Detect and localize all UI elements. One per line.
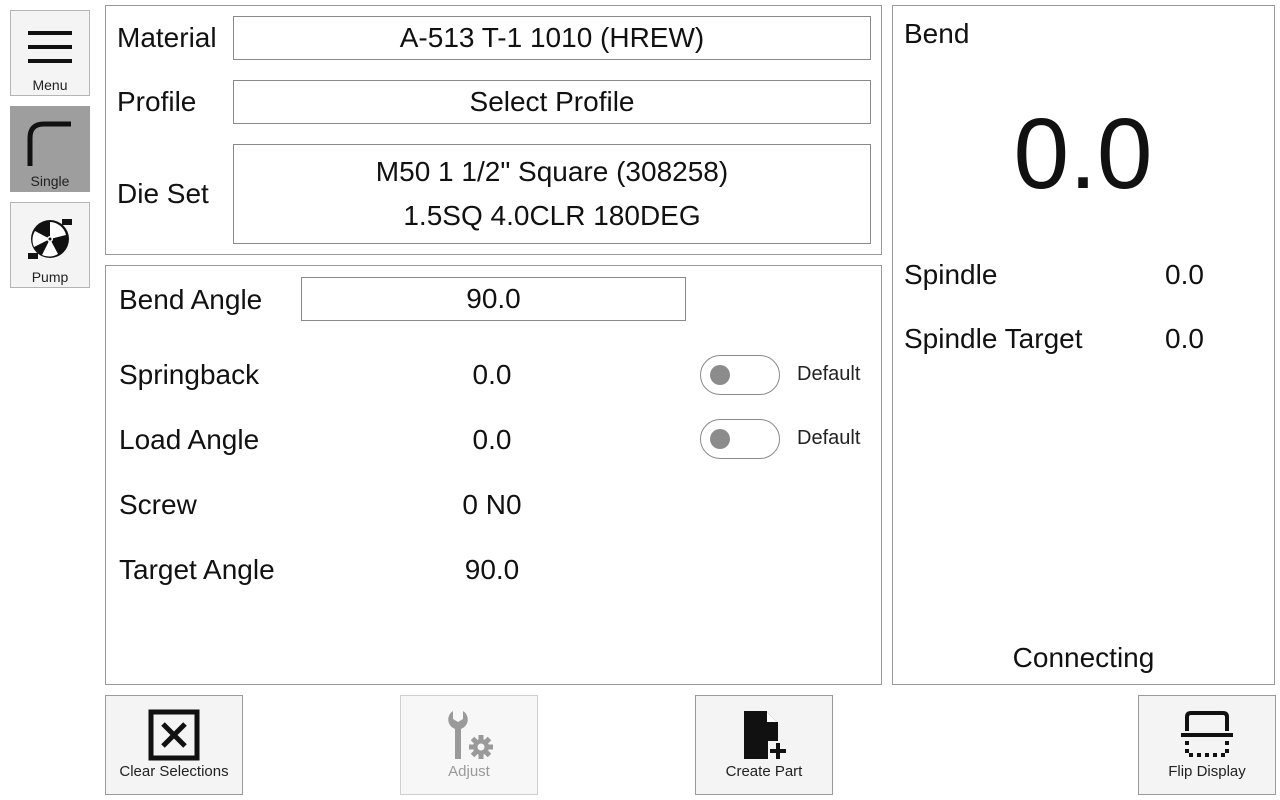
clear-selections-label: Clear Selections [119, 763, 229, 780]
clear-selections-button[interactable]: Clear Selections [105, 695, 243, 795]
load-angle-value[interactable]: 0.0 [422, 424, 562, 456]
die-set-label: Die Set [117, 178, 209, 209]
profile-field[interactable]: Select Profile [233, 80, 871, 124]
setup-panel: Material A-513 T-1 1010 (HREW) Profile S… [105, 5, 882, 255]
screw-label: Screw [119, 489, 197, 520]
toggle-knob [710, 365, 730, 385]
screw-value: 0 N0 [462, 489, 522, 520]
profile-value: Select Profile [469, 86, 635, 117]
single-label: Single [30, 173, 70, 189]
springback-value[interactable]: 0.0 [422, 359, 562, 391]
bend-angle-input[interactable]: 90.0 [301, 277, 686, 321]
target-angle-value: 90.0 [464, 554, 520, 585]
file-add-icon [696, 708, 832, 762]
bend-angle-label: Bend Angle [119, 284, 263, 315]
target-angle-label: Target Angle [119, 554, 275, 585]
create-part-button[interactable]: Create Part [695, 695, 833, 795]
load-angle-default-toggle[interactable] [700, 419, 780, 459]
load-angle-default-label: Default [797, 427, 861, 449]
single-mode-button[interactable]: Single [10, 106, 90, 192]
springback-label: Springback [119, 359, 260, 390]
adjust-label: Adjust [448, 763, 490, 780]
spindle-label: Spindle [904, 259, 998, 290]
profile-label: Profile [117, 86, 197, 117]
menu-button[interactable]: Menu [10, 10, 90, 96]
die-set-field[interactable]: M50 1 1/2" Square (308258) 1.5SQ 4.0CLR … [233, 144, 871, 244]
bend-parameters-panel: Bend Angle 90.0 Springback 0.0 Default L… [105, 265, 882, 685]
pump-label: Pump [31, 269, 69, 285]
flip-display-icon [1139, 708, 1275, 762]
flip-display-label: Flip Display [1168, 763, 1246, 780]
connection-status: Connecting [1012, 642, 1155, 673]
pump-button[interactable]: Pump [10, 202, 90, 288]
status-title: Bend [904, 18, 970, 49]
menu-label: Menu [32, 77, 68, 93]
springback-default-toggle[interactable] [700, 355, 780, 395]
load-angle-label: Load Angle [119, 424, 260, 455]
flip-display-button[interactable]: Flip Display [1138, 695, 1276, 795]
spindle-target-label: Spindle Target [904, 323, 1083, 354]
status-panel: Bend 0.0 Spindle 0.0 Spindle Target 0.0 … [892, 5, 1275, 685]
wrench-gear-icon [401, 708, 537, 762]
create-part-label: Create Part [725, 763, 803, 780]
bend-angle-value: 90.0 [466, 283, 521, 314]
bend-corner-icon [11, 117, 89, 169]
toggle-knob [710, 429, 730, 449]
spindle-target-value: 0.0 [1165, 323, 1204, 354]
material-label: Material [117, 22, 217, 53]
springback-default-label: Default [797, 363, 861, 385]
material-value: A-513 T-1 1010 (HREW) [399, 22, 705, 53]
material-field[interactable]: A-513 T-1 1010 (HREW) [233, 16, 871, 60]
bend-readout: 0.0 [1013, 98, 1153, 210]
close-box-icon [106, 708, 242, 762]
spindle-value: 0.0 [1165, 259, 1204, 290]
pump-icon [11, 213, 89, 265]
adjust-button[interactable]: Adjust [400, 695, 538, 795]
hamburger-icon [11, 21, 89, 73]
die-set-name: M50 1 1/2" Square (308258) [375, 156, 729, 187]
die-set-spec: 1.5SQ 4.0CLR 180DEG [403, 200, 701, 231]
